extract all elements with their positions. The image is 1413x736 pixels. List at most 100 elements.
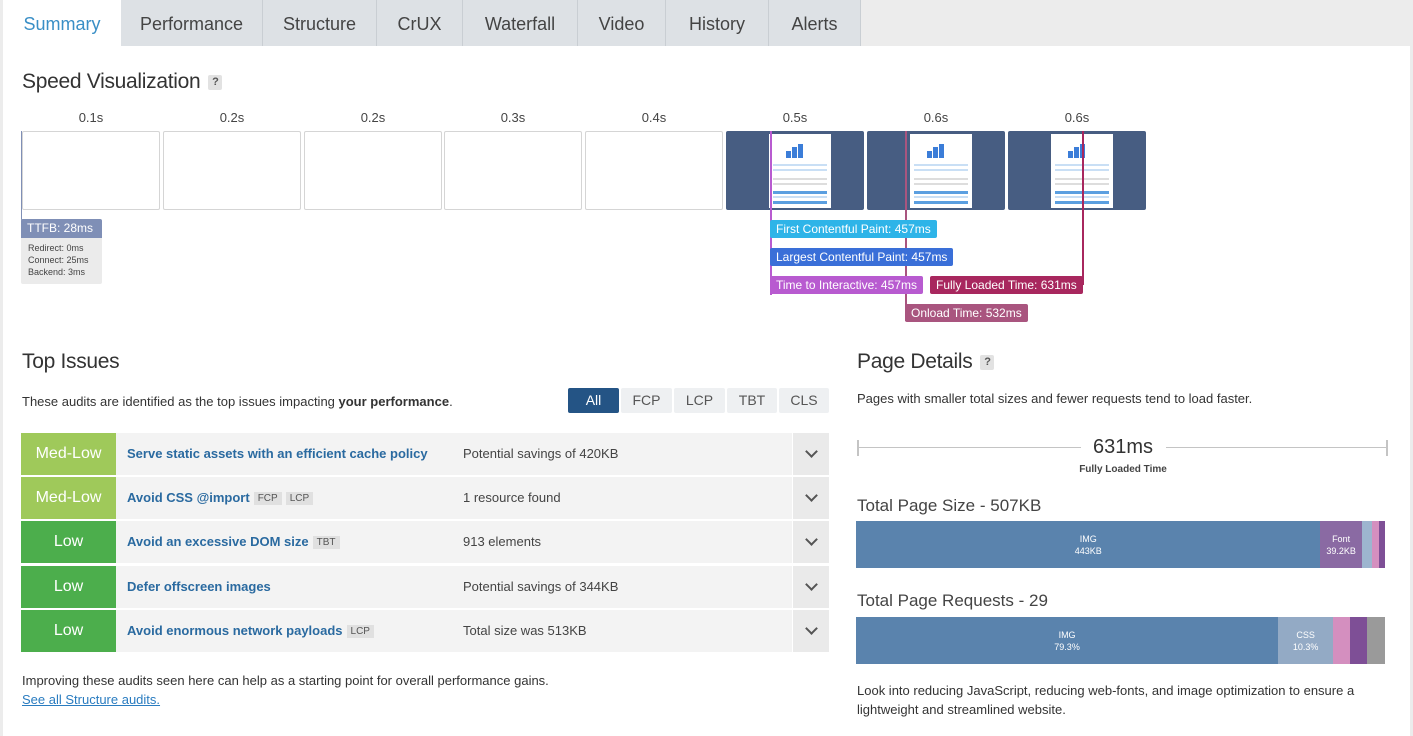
issues-footer: Improving these audits seen here can hel… xyxy=(22,673,549,688)
fcp-marker: First Contentful Paint: 457ms xyxy=(770,220,937,238)
help-icon[interactable]: ? xyxy=(980,355,995,370)
chevron-down-icon[interactable] xyxy=(792,477,829,519)
help-icon[interactable]: ? xyxy=(208,75,223,90)
bar-segment[interactable]: CSS 10.3% xyxy=(1278,617,1334,664)
bar-segment[interactable]: IMG 79.3% xyxy=(856,617,1279,664)
filter-tbt[interactable]: TBT xyxy=(727,388,777,413)
segment-label: CSS xyxy=(1296,630,1315,640)
issue-title[interactable]: Avoid enormous network payloads LCP xyxy=(127,623,374,638)
bar-segment[interactable]: Font 39.2KB xyxy=(1320,521,1362,568)
issue-title-text: Avoid CSS @import xyxy=(127,490,250,505)
tab-crux[interactable]: CrUX xyxy=(377,0,463,46)
issue-title[interactable]: Defer offscreen images xyxy=(127,579,271,594)
fully-loaded-value: 631ms xyxy=(1092,436,1154,458)
page-details-heading: Page Details? xyxy=(857,350,995,374)
frame-time: 0.1s xyxy=(78,110,104,125)
chevron-down-icon[interactable] xyxy=(792,433,829,475)
segment-label: IMG xyxy=(1079,534,1097,544)
page-details-intro: Pages with smaller total sizes and fewer… xyxy=(857,391,1253,406)
bar-segment[interactable] xyxy=(1333,617,1351,664)
ttfb-label: TTFB: 28ms xyxy=(21,219,102,238)
bar-segment[interactable] xyxy=(1367,617,1385,664)
issue-savings: Potential savings of 344KB xyxy=(463,579,619,594)
filter-lcp[interactable]: LCP xyxy=(674,388,725,413)
tab-video[interactable]: Video xyxy=(578,0,666,46)
segment-label: IMG xyxy=(1058,630,1076,640)
bar-segment[interactable] xyxy=(1350,617,1367,664)
metric-tag: FCP xyxy=(253,492,282,505)
total-page-size-title: Total Page Size - 507KB xyxy=(857,496,1042,515)
page-details-title: Page Details xyxy=(857,350,973,373)
issue-row[interactable]: Low Avoid enormous network payloads LCP Tot… xyxy=(21,610,829,652)
issue-grade-badge: Med-Low xyxy=(21,433,116,475)
tab-structure[interactable]: Structure xyxy=(263,0,377,46)
filmstrip-frame[interactable] xyxy=(726,131,864,210)
see-all-structure-audits-link[interactable]: See all Structure audits. xyxy=(22,692,160,707)
chart-logo-icon xyxy=(927,144,949,158)
issue-title[interactable]: Avoid an excessive DOM size TBT xyxy=(127,534,340,549)
issue-title-text: Defer offscreen images xyxy=(127,579,271,594)
issue-title[interactable]: Avoid CSS @import FCP LCP xyxy=(127,490,314,505)
chevron-down-icon[interactable] xyxy=(792,610,829,652)
filter-all[interactable]: All xyxy=(568,388,619,413)
top-issues-title: Top Issues xyxy=(22,350,120,373)
chevron-down-icon[interactable] xyxy=(792,521,829,563)
frame-time: 0.4s xyxy=(641,110,667,125)
issue-title-text: Avoid enormous network payloads xyxy=(127,623,343,638)
lcp-marker: Largest Contentful Paint: 457ms xyxy=(770,248,954,266)
tab-waterfall[interactable]: Waterfall xyxy=(463,0,578,46)
report-tabs: Summary Performance Structure CrUX Water… xyxy=(0,0,861,46)
timeline-start-cap xyxy=(857,440,859,456)
bar-segment[interactable] xyxy=(1361,521,1373,568)
frame-time: 0.2s xyxy=(219,110,245,125)
segment-value: 443KB xyxy=(1074,546,1102,556)
tab-history[interactable]: History xyxy=(666,0,769,46)
intro-end: . xyxy=(449,394,453,409)
filmstrip-frame[interactable] xyxy=(1008,131,1146,210)
issue-row[interactable]: Low Defer offscreen images Potential savin… xyxy=(21,566,829,608)
filmstrip-frame[interactable] xyxy=(163,131,301,210)
chart-logo-icon xyxy=(786,144,808,158)
speed-visualization-heading: Speed Visualization? xyxy=(22,70,223,94)
filter-fcp[interactable]: FCP xyxy=(621,388,672,413)
chevron-down-icon[interactable] xyxy=(792,566,829,608)
page-requests-bar: IMG 79.3% CSS 10.3% xyxy=(856,617,1385,664)
issue-title[interactable]: Serve static assets with an efficient ca… xyxy=(127,446,428,461)
page-thumbnail xyxy=(769,134,831,208)
filmstrip-frame[interactable] xyxy=(22,131,160,210)
issue-title-text: Avoid an excessive DOM size xyxy=(127,534,309,549)
segment-label: Font xyxy=(1332,534,1351,544)
bar-segment[interactable]: IMG 443KB xyxy=(856,521,1321,568)
issue-grade-badge: Low xyxy=(21,610,116,652)
total-page-requests-title: Total Page Requests - 29 xyxy=(857,591,1048,610)
backend-time: Backend: 3ms xyxy=(28,267,86,277)
issue-row[interactable]: Med-Low Serve static assets with an effic… xyxy=(21,433,829,475)
frame-time: 0.5s xyxy=(782,110,808,125)
filmstrip-frame[interactable] xyxy=(444,131,582,210)
timeline-end-cap xyxy=(1386,440,1388,456)
issue-title-text: Serve static assets with an efficient ca… xyxy=(127,446,428,461)
redirect-time: Redirect: 0ms xyxy=(28,243,84,253)
tab-alerts[interactable]: Alerts xyxy=(769,0,861,46)
onload-marker: Onload Time: 532ms xyxy=(905,304,1028,322)
filmstrip-frame[interactable] xyxy=(304,131,442,210)
intro-emphasis: your performance xyxy=(338,394,450,409)
bar-segment[interactable] xyxy=(1372,521,1380,568)
ttfb-box: TTFB: 28ms Redirect: 0ms Connect: 25ms B… xyxy=(21,219,102,284)
filter-cls[interactable]: CLS xyxy=(779,388,829,413)
issue-row[interactable]: Med-Low Avoid CSS @import FCP LCP 1 resource… xyxy=(21,477,829,519)
tab-summary[interactable]: Summary xyxy=(3,0,121,46)
issue-grade-badge: Med-Low xyxy=(21,477,116,519)
page-details-footer: Look into reducing JavaScript, reducing … xyxy=(857,683,1355,717)
bar-segment[interactable] xyxy=(1379,521,1385,568)
metric-tag: LCP xyxy=(285,492,314,505)
issue-savings: 1 resource found xyxy=(463,490,561,505)
filmstrip-frame[interactable] xyxy=(585,131,723,210)
connect-time: Connect: 25ms xyxy=(28,255,89,265)
top-issues-intro: These audits are identified as the top i… xyxy=(22,394,453,409)
tti-marker: Time to Interactive: 457ms xyxy=(770,276,923,294)
issue-row[interactable]: Low Avoid an excessive DOM size TBT 913 ele… xyxy=(21,521,829,563)
issue-grade-badge: Low xyxy=(21,521,116,563)
filmstrip-frame[interactable] xyxy=(867,131,1005,210)
tab-performance[interactable]: Performance xyxy=(121,0,263,46)
